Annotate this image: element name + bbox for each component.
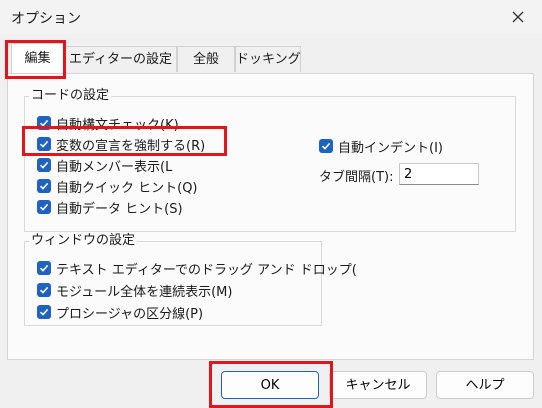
close-button[interactable] (506, 6, 530, 28)
checkbox-label: 自動構文チェック(K) (56, 117, 179, 133)
checkbox-auto-syntax-check[interactable]: 自動構文チェック(K) (37, 114, 179, 133)
checkbox-auto-quick-info[interactable]: 自動クイック ヒント(Q) (37, 177, 198, 196)
checkbox-drag-and-drop[interactable]: テキスト エディターでのドラッグ アンド ドロップ( (37, 259, 357, 278)
tab-docking-label: ドッキング (236, 52, 301, 67)
tab-edit-label: 編集 (24, 51, 51, 66)
tab-docking[interactable]: ドッキング (235, 46, 301, 72)
checkbox-label: 自動メンバー表示(L (56, 159, 173, 175)
checkbox-label: 変数の宣言を強制する(R) (56, 138, 206, 154)
window-settings-label: ウィンドウの設定 (29, 233, 138, 249)
checkbox-label: プロシージャの区分線(P) (56, 306, 204, 322)
checkbox-checked-icon (37, 137, 51, 151)
checkbox-checked-icon (37, 179, 51, 193)
cancel-button[interactable]: キャンセル (329, 371, 427, 399)
title-bar: オプション (0, 0, 542, 34)
checkbox-checked-icon (37, 158, 51, 172)
checkbox-checked-icon (37, 116, 51, 130)
tab-width-input[interactable] (399, 163, 479, 185)
tab-panel-edit: コードの設定 自動構文チェック(K) 変数の宣言を強制する(R) 自動メンバー表… (7, 73, 534, 360)
checkbox-checked-icon (37, 261, 51, 275)
ok-button[interactable]: OK (221, 371, 319, 399)
tab-edit[interactable]: 編集 (11, 43, 64, 73)
options-dialog: オプション 編集 エディターの設定 全般 ドッキング コードの設定 自動構文チェ… (0, 0, 542, 408)
window-settings-group: ウィンドウの設定 テキスト エディターでのドラッグ アンド ドロップ( モジュー… (24, 233, 357, 326)
tab-general[interactable]: 全般 (177, 46, 235, 72)
checkbox-full-module-view[interactable]: モジュール全体を連続表示(M) (37, 281, 233, 300)
checkbox-label: 自動インデント(I) (338, 140, 443, 156)
tab-editor-settings[interactable]: エディターの設定 (64, 46, 177, 72)
checkbox-checked-icon (37, 305, 51, 319)
checkbox-auto-data-tips[interactable]: 自動データ ヒント(S) (37, 198, 183, 217)
close-icon (512, 11, 524, 23)
checkbox-label: テキスト エディターでのドラッグ アンド ドロップ( (56, 262, 357, 278)
code-settings-group: コードの設定 自動構文チェック(K) 変数の宣言を強制する(R) 自動メンバー表… (24, 88, 516, 232)
checkbox-label: 自動データ ヒント(S) (56, 201, 183, 217)
checkbox-require-variable-declaration[interactable]: 変数の宣言を強制する(R) (37, 135, 206, 154)
tab-general-label: 全般 (192, 52, 219, 67)
checkbox-checked-icon (319, 139, 333, 153)
checkbox-checked-icon (37, 200, 51, 214)
tab-width-label: タブ間隔(T): (319, 170, 394, 185)
checkbox-checked-icon (37, 283, 51, 297)
checkbox-label: 自動クイック ヒント(Q) (56, 180, 198, 196)
checkbox-label: モジュール全体を連続表示(M) (56, 284, 233, 300)
checkbox-auto-indent[interactable]: 自動インデント(I) (319, 137, 443, 156)
window-title: オプション (11, 11, 81, 27)
code-settings-label: コードの設定 (29, 88, 112, 104)
checkbox-auto-list-members[interactable]: 自動メンバー表示(L (37, 156, 173, 175)
checkbox-procedure-separator[interactable]: プロシージャの区分線(P) (37, 303, 204, 322)
help-button[interactable]: ヘルプ (436, 371, 534, 399)
tab-editor-settings-label: エディターの設定 (68, 52, 173, 67)
